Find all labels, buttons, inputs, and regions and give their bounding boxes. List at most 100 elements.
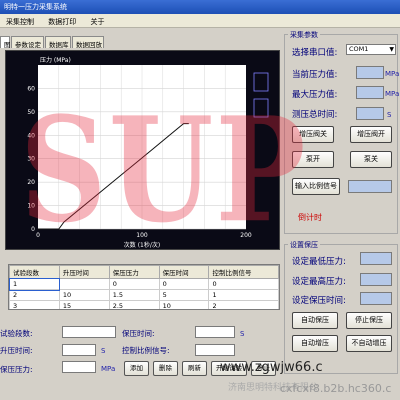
total-time-label: 测压总时间: (292, 110, 338, 120)
pump-off-button[interactable]: 泵关 (350, 151, 392, 168)
table-cell[interactable]: 2.5 (108, 300, 160, 309)
table-cell[interactable] (58, 278, 110, 290)
table-cell[interactable]: 2 (208, 300, 279, 309)
table-cell[interactable]: 5 (158, 289, 210, 301)
set-min-pressure-input[interactable] (360, 252, 392, 265)
total-time-field (356, 107, 384, 120)
refresh-button[interactable]: 刷新 (182, 361, 207, 376)
table-cell[interactable]: 0 (158, 278, 210, 290)
boost-valve-open-button[interactable]: 增压阀开 (350, 126, 392, 143)
segments-input[interactable] (62, 326, 116, 338)
control-signal-label: 控制比例信号: (122, 346, 170, 355)
y-tick-label: 0 (31, 226, 35, 233)
table-header-row: 试验段数 升压时间 保压压力 保压时间 控制比例信号 (9, 265, 279, 279)
menu-item-about[interactable]: 关于 (84, 14, 110, 30)
table-cell[interactable]: 2 (9, 289, 60, 301)
set-hold-time-input[interactable] (360, 292, 392, 305)
x-tick-label: 100 (136, 232, 148, 239)
pan-icon (253, 98, 269, 118)
tab-chart[interactable]: 图 (0, 36, 11, 49)
col-header-hold-time[interactable]: 保压时间 (158, 265, 210, 279)
table-row[interactable]: 3 15 2.5 10 2 (9, 300, 279, 309)
footer-site-text: www.zgwjw66.c (220, 360, 323, 375)
hold-pressure-label: 保压压力: (0, 365, 33, 374)
acquisition-group-title: 采集参数 (288, 30, 320, 40)
table-cell[interactable]: 0 (208, 278, 279, 290)
tab-database[interactable]: 数据库 (45, 36, 71, 49)
table-cell[interactable]: 1 (9, 277, 61, 291)
current-pressure-label: 当前压力值: (292, 70, 338, 80)
menu-item-collect-control[interactable]: 采集控制 (0, 14, 40, 30)
set-max-pressure-input[interactable] (360, 273, 392, 286)
max-pressure-unit: MPa (385, 90, 400, 98)
hold-time-label: 保压时间: (122, 329, 155, 338)
y-axis-label: 压力 (MPa) (40, 56, 71, 64)
table-row[interactable]: 1 0 0 0 (9, 277, 279, 291)
no-auto-boost-button[interactable]: 不自动增压 (346, 335, 392, 352)
table-cell[interactable]: 15 (58, 300, 110, 309)
footer-url-text: cxfcxf8.b2b.hc360.c (280, 382, 392, 395)
table-cell[interactable]: 1 (208, 289, 279, 301)
current-pressure-field (356, 66, 384, 79)
boost-time-label: 升压时间: (0, 346, 33, 355)
menu-bar: 采集控制 数据打印 关于 (0, 14, 400, 28)
hold-pressure-input[interactable] (62, 361, 96, 373)
y-tick-label: 60 (27, 85, 35, 92)
set-hold-time-label: 设定保压时间: (292, 296, 346, 306)
window-titlebar: 明特一压力采集系统 (0, 0, 400, 14)
tab-parameters[interactable]: 参数设定 (11, 36, 44, 49)
table-row[interactable]: 2 10 1.5 5 1 (9, 289, 279, 301)
window-title: 明特一压力采集系统 (4, 3, 67, 11)
pressure-chart-svg: 0 10 20 30 40 50 60 0 100 200 压力 (MPa) 次数 (1秒/次) (27, 56, 269, 249)
hold-time-unit: S (240, 330, 245, 338)
max-pressure-field (356, 86, 384, 99)
pressure-chart: 0 10 20 30 40 50 60 0 100 200 压力 (MPa) 次数 (1秒/次) (5, 50, 280, 250)
segments-table[interactable]: 试验段数 升压时间 保压压力 保压时间 控制比例信号 1 0 0 0 2 10 … (8, 264, 280, 310)
table-cell[interactable]: 3 (9, 300, 60, 309)
table-cell[interactable]: 10 (58, 289, 110, 301)
segments-label: 试验段数: (0, 329, 33, 338)
y-tick-label: 20 (27, 179, 35, 186)
right-panel: 采集参数 选择串口值: COM1 ▼ 当前压力值: MPa 最大压力值: MPa… (284, 30, 400, 382)
boost-valve-close-button[interactable]: 增压阀关 (292, 126, 334, 143)
port-select-value: COM1 (349, 45, 369, 53)
x-axis-label: 次数 (1秒/次) (124, 241, 160, 249)
col-header-segments[interactable]: 试验段数 (9, 265, 60, 279)
y-tick-label: 50 (27, 109, 35, 116)
auto-boost-button[interactable]: 自动增压 (292, 335, 338, 352)
zoom-icon (253, 72, 269, 92)
total-time-unit: S (387, 111, 392, 119)
menu-item-data-print[interactable]: 数据打印 (42, 14, 82, 30)
current-pressure-unit: MPa (385, 70, 400, 78)
port-select[interactable]: COM1 ▼ (346, 44, 396, 55)
x-tick-label: 200 (240, 232, 252, 239)
signal-input[interactable] (348, 180, 392, 193)
max-pressure-label: 最大压力值: (292, 90, 338, 100)
hold-pressure-unit: MPa (101, 365, 116, 373)
set-max-pressure-label: 设定最高压力: (292, 277, 346, 287)
table-cell[interactable]: 1.5 (108, 289, 160, 301)
delete-button[interactable]: 删除 (153, 361, 178, 376)
boost-time-input[interactable] (62, 344, 96, 356)
add-button[interactable]: 添加 (124, 361, 149, 376)
chevron-down-icon: ▼ (389, 46, 394, 53)
y-tick-label: 30 (27, 156, 35, 163)
input-signal-button[interactable]: 输入比例信号 (292, 178, 340, 195)
auto-hold-button[interactable]: 自动保压 (292, 312, 338, 329)
col-header-control-signal[interactable]: 控制比例信号 (208, 265, 279, 279)
countdown-label: 倒计时 (298, 213, 322, 222)
hold-time-input[interactable] (195, 326, 235, 338)
port-label: 选择串口值: (292, 48, 338, 58)
y-tick-label: 40 (27, 132, 35, 139)
table-cell[interactable]: 0 (108, 278, 160, 290)
control-signal-input[interactable] (195, 344, 235, 356)
table-cell[interactable]: 10 (158, 300, 210, 309)
boost-time-unit: S (101, 347, 106, 355)
y-tick-label: 10 (27, 203, 35, 210)
col-header-boost-time[interactable]: 升压时间 (58, 265, 110, 279)
pump-on-button[interactable]: 泵开 (292, 151, 334, 168)
col-header-hold-pressure[interactable]: 保压压力 (108, 265, 160, 279)
set-min-pressure-label: 设定最低压力: (292, 257, 346, 267)
tab-playback[interactable]: 数据回放 (72, 36, 104, 49)
stop-hold-button[interactable]: 停止保压 (346, 312, 392, 329)
